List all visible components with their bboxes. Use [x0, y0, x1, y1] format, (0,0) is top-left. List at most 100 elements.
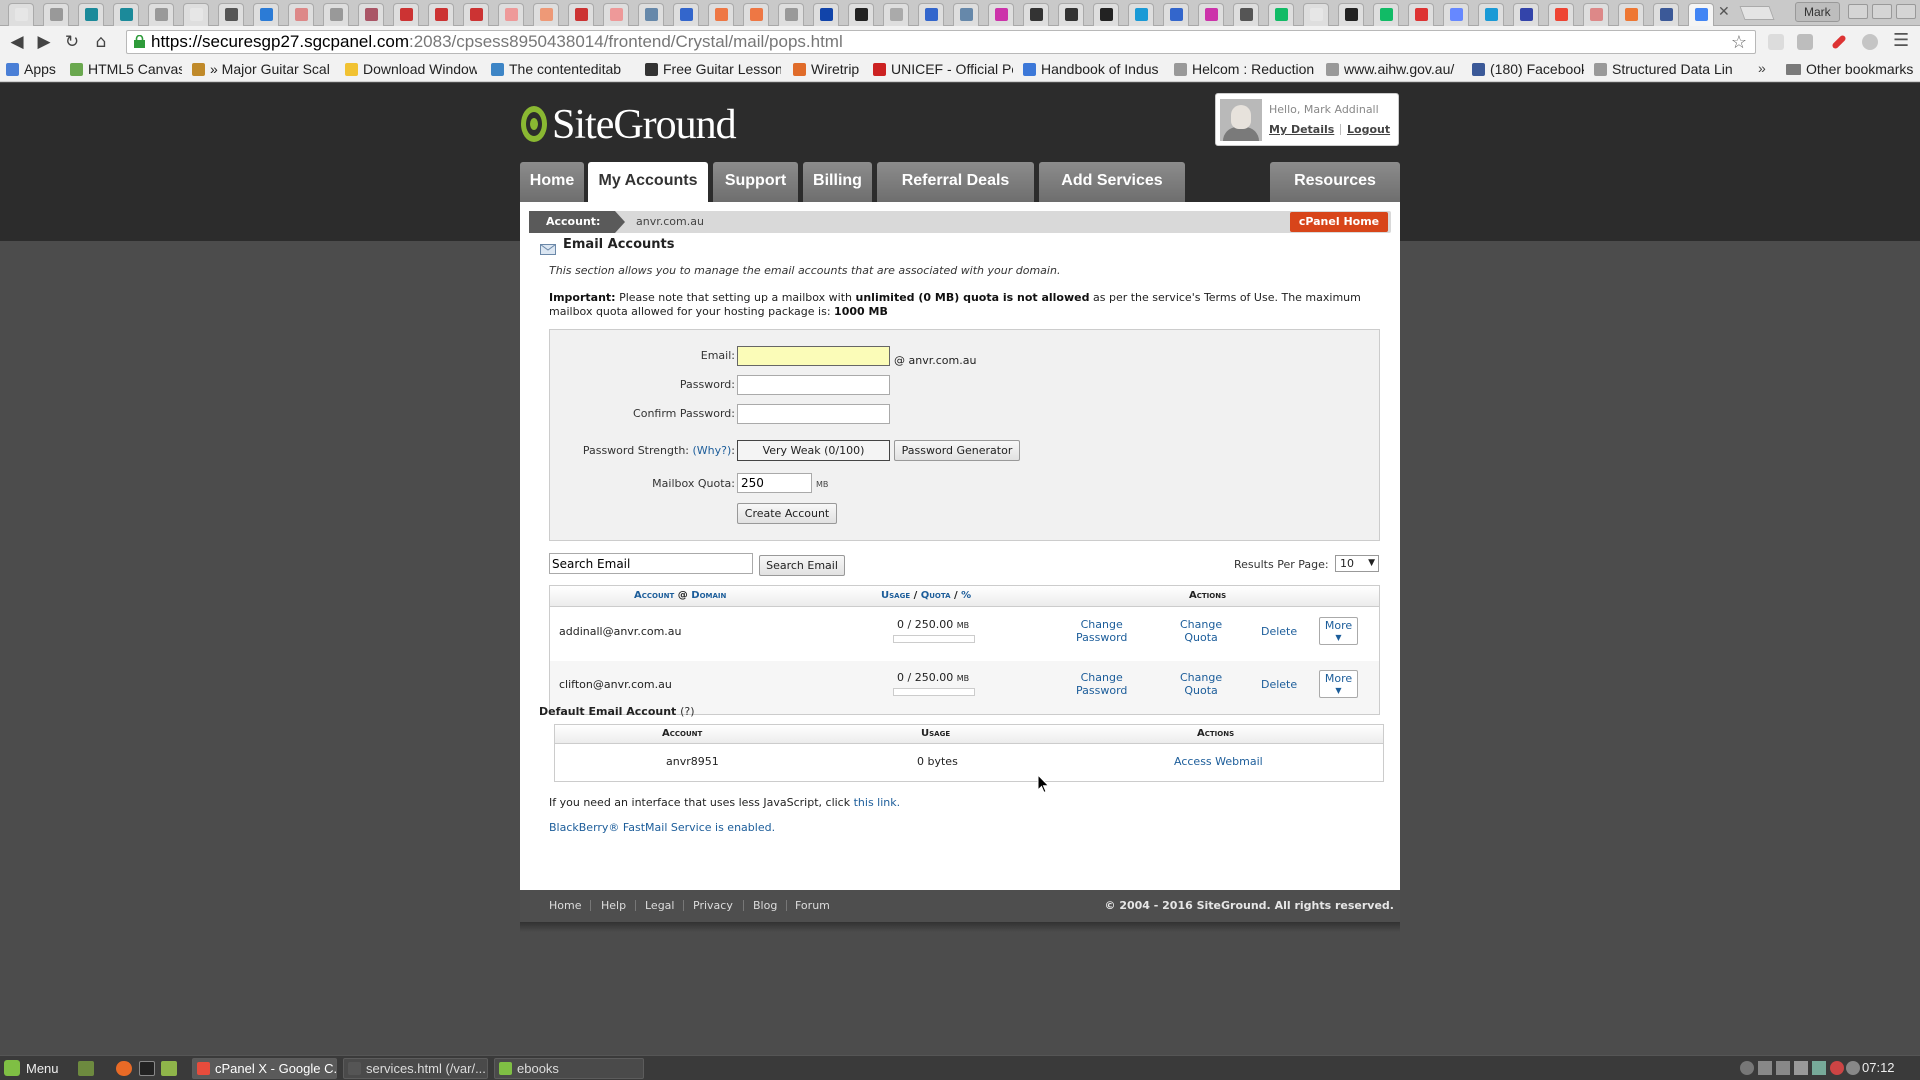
browser-tab[interactable] [638, 3, 664, 26]
browser-tab[interactable] [953, 3, 979, 26]
email-field[interactable] [737, 346, 890, 366]
browser-tab[interactable] [463, 3, 489, 26]
col-quota[interactable]: Quota [921, 590, 951, 601]
bookmark-item[interactable]: Structured Data Lin [1594, 61, 1744, 77]
browser-tab[interactable] [323, 3, 349, 26]
browser-tab[interactable] [1163, 3, 1189, 26]
browser-tab[interactable] [253, 3, 279, 26]
browser-tab[interactable] [708, 3, 734, 26]
browser-tab[interactable] [813, 3, 839, 26]
delete-link[interactable]: Delete [1261, 625, 1297, 638]
bluetooth-icon[interactable] [1794, 1061, 1808, 1075]
browser-tab[interactable] [113, 3, 139, 26]
reload-icon[interactable]: ↻ [61, 31, 83, 53]
nav-tab-resources[interactable]: Resources [1270, 162, 1400, 202]
col-usage[interactable]: Usage [881, 590, 910, 601]
browser-tab[interactable] [393, 3, 419, 26]
browser-tab[interactable] [1443, 3, 1469, 26]
taskbar-window-button[interactable]: ebooks [494, 1058, 644, 1079]
shield-icon[interactable] [1812, 1061, 1826, 1075]
show-desktop-icon[interactable] [78, 1061, 94, 1076]
extension-icon[interactable] [1768, 34, 1784, 50]
browser-tab[interactable] [78, 3, 104, 26]
sort-usage-quota[interactable]: Usage / Quota / % [881, 590, 971, 601]
close-window-icon[interactable] [1896, 4, 1916, 19]
browser-tab[interactable] [1548, 3, 1574, 26]
browser-tab[interactable] [568, 3, 594, 26]
blackberry-link[interactable]: BlackBerry® FastMail Service is enabled. [549, 821, 775, 834]
browser-tab[interactable] [883, 3, 909, 26]
browser-tab[interactable] [603, 3, 629, 26]
mailbox-quota-field[interactable] [737, 473, 812, 493]
start-menu-button[interactable]: Menu [4, 1060, 59, 1076]
bookmark-item[interactable]: UNICEF - Official Po [873, 61, 1013, 77]
browser-tab[interactable] [1653, 3, 1679, 26]
browser-tab[interactable] [1338, 3, 1364, 26]
nav-tab-add-services[interactable]: Add Services [1039, 162, 1185, 202]
why-link[interactable]: (Why?) [693, 444, 732, 457]
browser-tab[interactable] [1373, 3, 1399, 26]
browser-tab[interactable] [778, 3, 804, 26]
browser-tab[interactable] [673, 3, 699, 26]
taskbar-window-button[interactable]: cPanel X - Google C... [192, 1058, 337, 1079]
terminal-icon[interactable] [139, 1061, 155, 1076]
cpanel-home-button[interactable]: cPanel Home [1290, 212, 1388, 232]
bookmark-item[interactable]: The contenteditab [491, 61, 631, 77]
footer-link-legal[interactable]: Legal [645, 899, 674, 912]
default-help-link[interactable]: (?) [680, 705, 694, 718]
col-domain[interactable]: Domain [691, 590, 726, 601]
browser-tab[interactable] [428, 3, 454, 26]
less-js-link[interactable]: this link. [854, 796, 901, 809]
browser-tab[interactable] [218, 3, 244, 26]
col-percent[interactable]: % [961, 590, 971, 601]
browser-tab[interactable] [8, 3, 34, 26]
minimize-icon[interactable] [1848, 4, 1868, 19]
browser-tab[interactable] [533, 3, 559, 26]
results-per-page-select[interactable]: 10 ▼ [1335, 555, 1379, 572]
back-icon[interactable]: ◀ [6, 31, 28, 53]
bookmark-item[interactable]: HTML5 Canvas [70, 61, 182, 77]
bookmark-item[interactable]: www.aihw.gov.au/ [1326, 61, 1458, 77]
browser-tab[interactable] [1233, 3, 1259, 26]
forward-icon[interactable]: ▶ [33, 31, 55, 53]
browser-tab[interactable] [1583, 3, 1609, 26]
browser-tab[interactable] [1093, 3, 1119, 26]
browser-tab[interactable] [1618, 3, 1644, 26]
files-icon[interactable] [161, 1061, 177, 1076]
chrome-menu-icon[interactable]: ☰ [1893, 30, 1909, 51]
bookmark-star-icon[interactable]: ☆ [1731, 31, 1747, 53]
more-button[interactable]: More ▼ [1319, 617, 1358, 645]
bookmark-item[interactable]: Free Guitar Lesson [645, 61, 781, 77]
nav-tab-home[interactable]: Home [520, 162, 584, 202]
update-icon[interactable] [1830, 1061, 1844, 1075]
bookmark-item[interactable]: Apps [6, 61, 58, 77]
search-email-button[interactable]: Search Email [759, 555, 845, 576]
create-account-button[interactable]: Create Account [737, 503, 837, 524]
other-bookmarks[interactable]: Other bookmarks [1786, 61, 1913, 77]
footer-link-blog[interactable]: Blog [753, 899, 777, 912]
footer-link-forum[interactable]: Forum [795, 899, 830, 912]
volume-icon[interactable] [1776, 1061, 1790, 1075]
user-tray-icon[interactable] [1740, 1061, 1754, 1075]
browser-tab[interactable] [1688, 3, 1714, 26]
close-tab-icon[interactable]: ✕ [1718, 4, 1730, 20]
search-input[interactable] [549, 553, 753, 574]
nav-tab-billing[interactable]: Billing [803, 162, 872, 202]
more-button[interactable]: More ▼ [1319, 670, 1358, 698]
browser-tab[interactable] [498, 3, 524, 26]
change-quota-link[interactable]: Change Quota [1180, 671, 1222, 697]
password-field[interactable] [737, 375, 890, 395]
password-generator-button[interactable]: Password Generator [894, 440, 1020, 461]
bookmark-item[interactable]: Handbook of Indus [1023, 61, 1165, 77]
nav-tab-referral-deals[interactable]: Referral Deals [877, 162, 1034, 202]
extension-icon[interactable] [1797, 34, 1813, 50]
nav-tab-my-accounts[interactable]: My Accounts [588, 162, 708, 204]
footer-link-privacy[interactable]: Privacy [693, 899, 733, 912]
col-account[interactable]: Account [634, 590, 674, 601]
profile-button[interactable]: Mark [1795, 2, 1840, 22]
browser-tab[interactable] [1268, 3, 1294, 26]
change-password-link[interactable]: Change Password [1076, 671, 1127, 697]
bookmark-item[interactable]: Wiretrip [793, 61, 863, 77]
browser-tab[interactable] [1058, 3, 1084, 26]
new-tab-button[interactable] [1739, 6, 1775, 20]
